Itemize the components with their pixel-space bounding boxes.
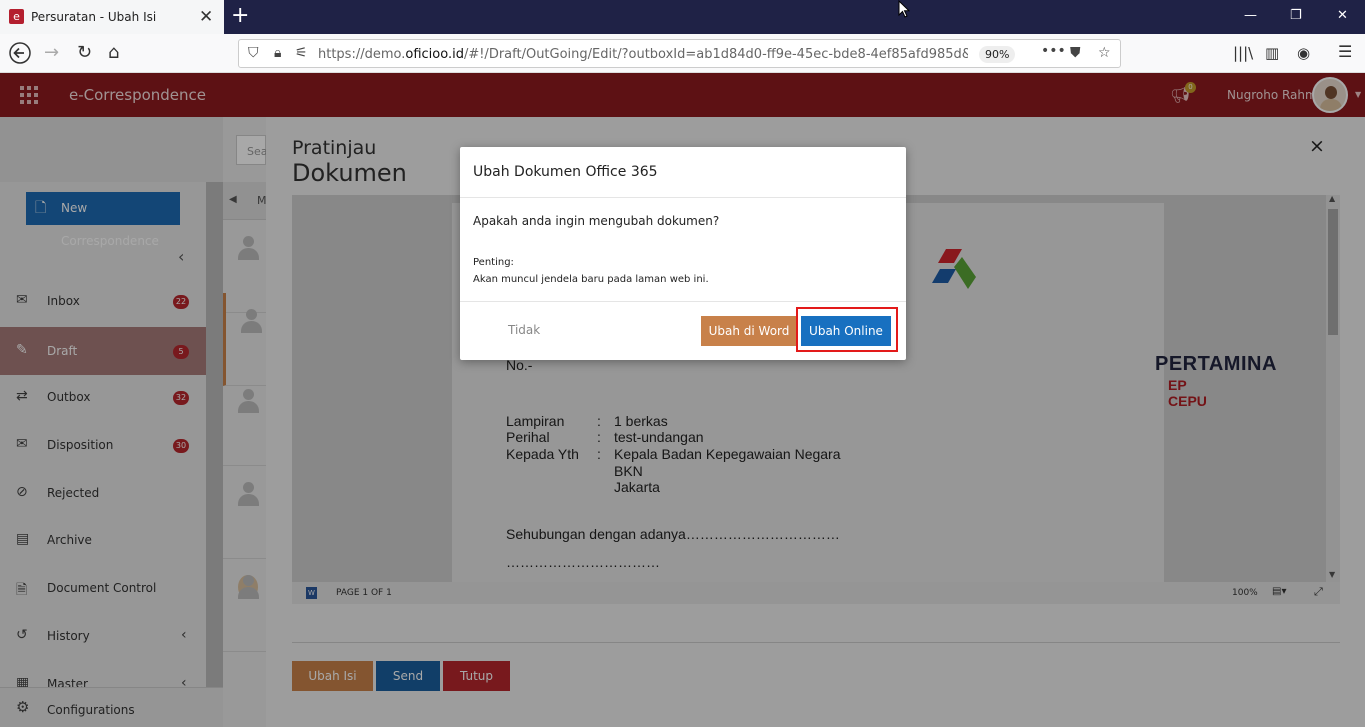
shield-icon[interactable]: ⛉ — [248, 45, 259, 61]
close-tab-icon[interactable]: ✕ — [199, 7, 213, 27]
divider — [460, 197, 906, 198]
browser-tab-bar: e Persuratan - Ubah Isi ✕ + — ❐ ✕ — [0, 0, 1365, 34]
url-text[interactable]: https://demo.oficioo.id/#!/Draft/OutGoin… — [318, 47, 968, 62]
address-bar[interactable]: ⛉ 🔒︎ ⚟ https://demo.oficioo.id/#!/Draft/… — [238, 39, 1121, 68]
library-icon[interactable]: |||\ — [1233, 44, 1253, 62]
divider — [460, 301, 906, 302]
tab-title: Persuratan - Ubah Isi — [31, 10, 157, 24]
dialog-important-label: Penting: — [473, 257, 514, 268]
new-tab-button[interactable]: + — [231, 3, 249, 28]
dialog-title: Ubah Dokumen Office 365 — [473, 164, 658, 180]
back-icon[interactable] — [9, 42, 31, 69]
zoom-level[interactable]: 90% — [979, 46, 1016, 63]
edit-online-button[interactable]: Ubah Online — [801, 316, 891, 346]
dialog-important-text: Akan muncul jendela baru pada laman web … — [473, 274, 709, 285]
browser-nav-bar: → ↻ ⌂ ⛉ 🔒︎ ⚟ https://demo.oficioo.id/#!/… — [0, 34, 1365, 73]
close-window-icon[interactable]: ✕ — [1337, 8, 1348, 23]
bookmark-star-icon[interactable]: ☆ — [1098, 45, 1111, 61]
mouse-cursor-icon — [898, 0, 910, 18]
sidebar-icon[interactable]: ▥ — [1265, 44, 1279, 62]
minimize-window-icon[interactable]: — — [1244, 8, 1257, 23]
edit-in-word-button[interactable]: Ubah di Word — [701, 316, 797, 346]
permissions-icon[interactable]: ⚟ — [295, 45, 308, 61]
pocket-icon[interactable]: ⛊ — [1070, 45, 1081, 61]
browser-tab[interactable]: e Persuratan - Ubah Isi ✕ — [0, 0, 224, 34]
site-favicon-icon: e — [9, 9, 24, 24]
reload-icon[interactable]: ↻ — [77, 42, 92, 63]
restore-window-icon[interactable]: ❐ — [1290, 8, 1302, 23]
forward-icon[interactable]: → — [44, 42, 59, 63]
account-icon[interactable]: ◉ — [1297, 44, 1310, 62]
page-actions-icon[interactable]: ••• — [1041, 43, 1066, 59]
menu-icon[interactable]: ☰ — [1338, 42, 1352, 61]
edit-document-dialog: Ubah Dokumen Office 365 Apakah anda ingi… — [460, 147, 906, 360]
home-icon[interactable]: ⌂ — [108, 42, 119, 63]
dialog-question: Apakah anda ingin mengubah dokumen? — [473, 214, 720, 228]
cancel-button[interactable]: Tidak — [508, 323, 540, 337]
lock-icon[interactable]: 🔒︎ — [274, 45, 281, 61]
